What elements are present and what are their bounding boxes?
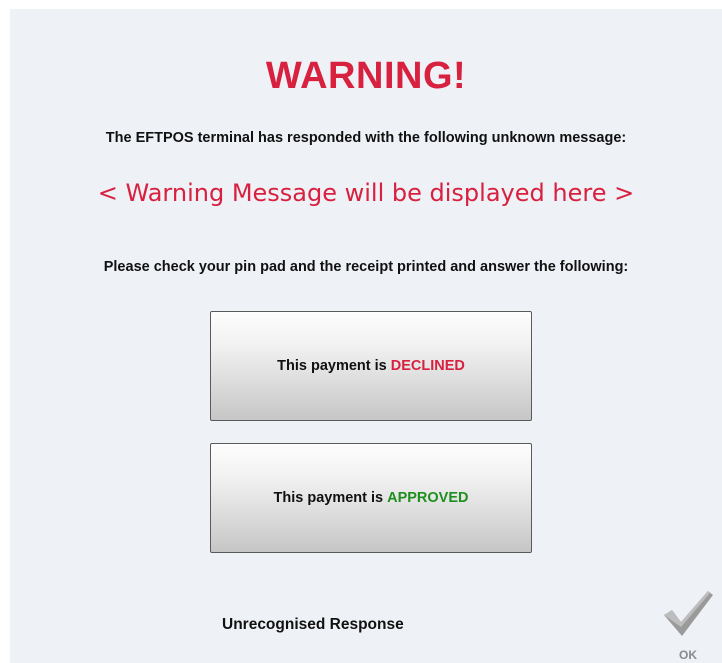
checkmark-icon	[664, 591, 713, 636]
warning-message: < Warning Message will be displayed here…	[97, 179, 635, 207]
response-status-label: Unrecognised Response	[222, 616, 404, 633]
declined-status-label: DECLINED	[390, 358, 465, 374]
approved-prefix-label: This payment is	[273, 490, 384, 506]
declined-prefix-label: This payment is	[277, 358, 387, 374]
ok-button[interactable]: OK	[658, 589, 718, 663]
payment-declined-button[interactable]: This payment is DECLINED	[210, 311, 532, 421]
approved-status-label: APPROVED	[387, 490, 469, 506]
warning-dialog: WARNING! The EFTPOS terminal has respond…	[10, 9, 722, 663]
intro-text: The EFTPOS terminal has responded with t…	[105, 130, 627, 146]
warning-title: WARNING!	[265, 55, 467, 97]
ok-label: OK	[679, 648, 697, 662]
instruction-text: Please check your pin pad and the receip…	[103, 259, 629, 275]
payment-approved-button[interactable]: This payment is APPROVED	[210, 443, 532, 553]
